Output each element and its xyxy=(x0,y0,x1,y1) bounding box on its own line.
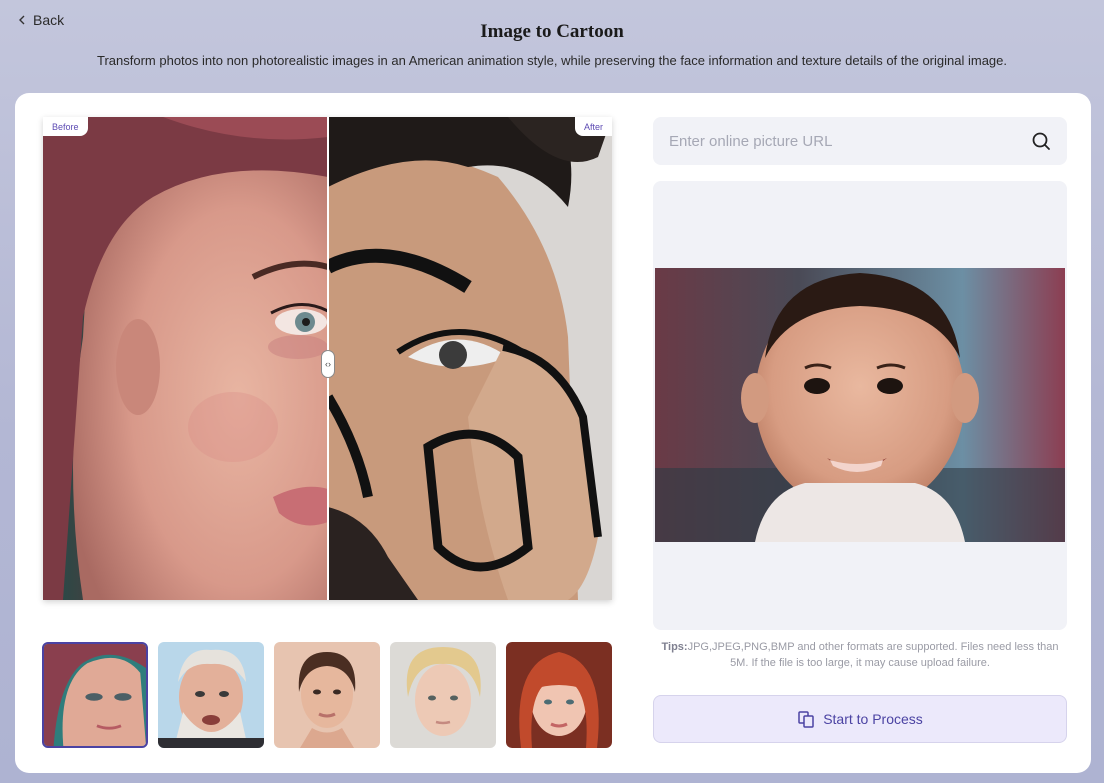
before-image xyxy=(43,117,328,600)
after-image xyxy=(328,117,612,600)
thumbnail-old-man[interactable] xyxy=(158,642,264,748)
start-process-button[interactable]: Start to Process xyxy=(653,695,1067,743)
main-card: Before After ‹› Enter online picture URL… xyxy=(15,93,1091,773)
tips-body: JPG,JPEG,PNG,BMP and other formats are s… xyxy=(687,641,1059,669)
url-search-bar xyxy=(653,117,1067,165)
before-after-comparison[interactable]: Before After ‹› xyxy=(43,117,612,600)
page-title: Image to Cartoon xyxy=(480,21,624,42)
preview-image xyxy=(655,268,1065,542)
url-input[interactable] xyxy=(653,117,1013,165)
thumbnail-redhead-woman[interactable] xyxy=(506,642,612,748)
copy-icon xyxy=(798,711,814,728)
sample-thumbnails xyxy=(42,642,612,748)
tips-text: Tips:JPG,JPEG,PNG,BMP and other formats … xyxy=(653,639,1067,671)
after-label: After xyxy=(574,117,612,136)
page-subtitle: Transform photos into non photorealistic… xyxy=(97,53,1007,68)
before-label: Before xyxy=(43,117,88,136)
upload-preview-area[interactable] xyxy=(653,181,1067,630)
compare-slider-handle[interactable]: ‹› xyxy=(321,350,335,378)
search-icon[interactable] xyxy=(1031,131,1051,151)
start-process-label: Start to Process xyxy=(823,711,923,727)
thumbnail-young-woman[interactable] xyxy=(274,642,380,748)
tips-label: Tips: xyxy=(661,641,688,653)
thumbnail-blond-boy[interactable] xyxy=(390,642,496,748)
thumbnail-woman-redhair[interactable] xyxy=(42,642,148,748)
